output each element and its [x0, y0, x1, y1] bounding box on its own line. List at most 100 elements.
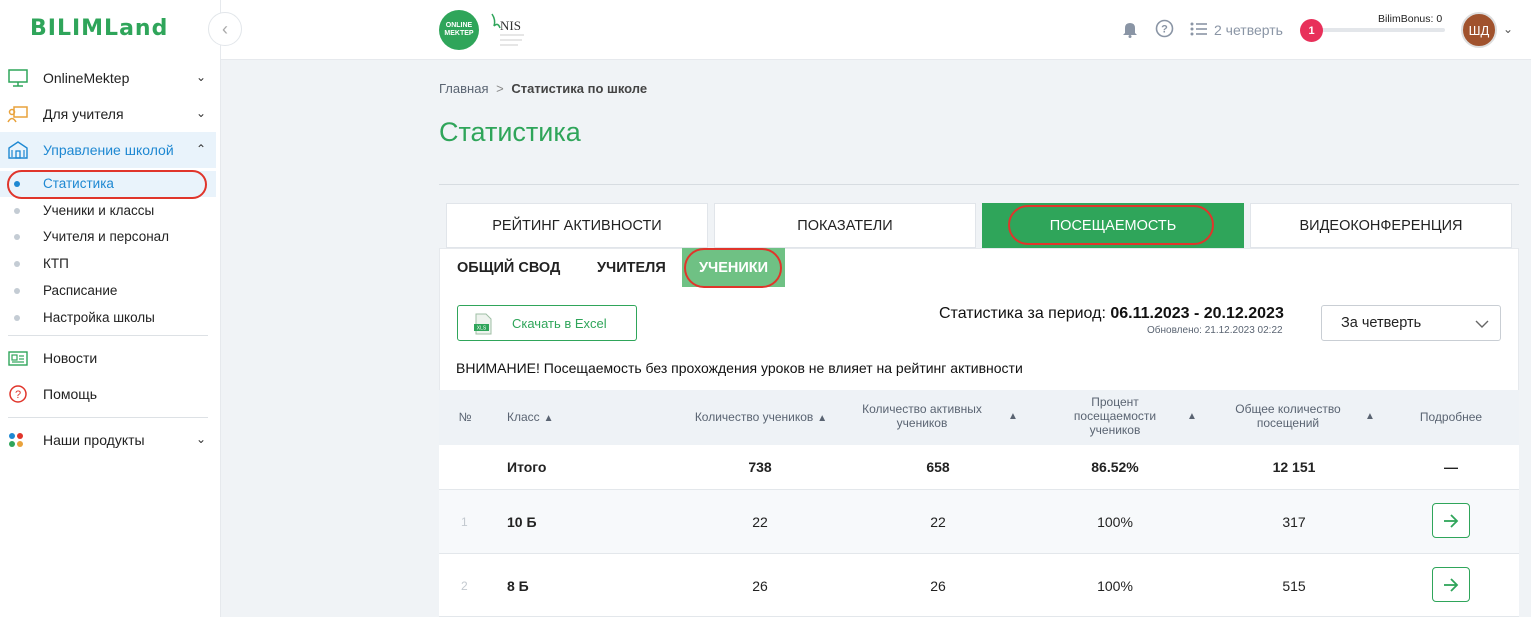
tab-activity-rating[interactable]: РЕЙТИНГ АКТИВНОСТИ [446, 203, 708, 248]
sort-icon[interactable]: ▲︎ [544, 413, 554, 424]
bell-icon[interactable] [1122, 20, 1138, 38]
svg-text:?: ? [15, 389, 21, 401]
row-details-button[interactable] [1432, 567, 1470, 602]
tab-videoconference[interactable]: ВИДЕОКОНФЕРЕНЦИЯ [1250, 203, 1512, 248]
column-header-students[interactable]: Количество учеников ▲︎ [686, 410, 836, 426]
help-circle-icon[interactable]: ? [1155, 19, 1174, 38]
sort-icon[interactable]: ▲︎ [817, 413, 827, 424]
row-number: 2 [461, 579, 468, 593]
onlinemektep-logo[interactable]: ONLINE MEKTEP [439, 10, 479, 50]
sidebar-subitem-label: Ученики и классы [43, 203, 155, 218]
row-class: 10 Б [507, 514, 537, 530]
monitor-icon [8, 69, 28, 87]
period-select[interactable]: За четверть [1321, 305, 1501, 341]
sidebar-item-news[interactable]: Новости [0, 340, 216, 376]
sidebar-subitem-label: Настройка школы [43, 310, 155, 325]
table-row-total [439, 445, 1519, 490]
help-icon: ? [9, 385, 27, 403]
column-header-class-label: Класс [507, 410, 540, 424]
sidebar-subitem-label: Учителя и персонал [43, 229, 170, 244]
download-excel-label: Скачать в Excel [512, 315, 607, 331]
bilimbonus-progress [1312, 28, 1445, 32]
sidebar: BILIMLand OnlineMektep ⌄ Для учителя ⌄ У… [0, 0, 221, 617]
total-visits: 12 151 [1272, 459, 1316, 475]
quarter-selector[interactable]: 2 четверть [1214, 22, 1283, 38]
row-students: 26 [752, 578, 768, 594]
newspaper-icon [8, 351, 28, 366]
nis-logo-text: NIS [500, 18, 521, 33]
column-header-active-students: Количество активных учеников [862, 402, 982, 430]
sort-icon[interactable]: ▲︎ [1008, 411, 1018, 422]
row-active-students: 22 [930, 514, 946, 530]
products-dots-icon [9, 433, 23, 447]
row-students: 22 [752, 514, 768, 530]
svg-text:?: ? [1161, 24, 1168, 36]
breadcrumb: Главная > Статистика по школе [439, 81, 647, 96]
updated-timestamp: Обновлено: 21.12.2023 02:22 [1147, 325, 1283, 336]
row-active-students: 26 [930, 578, 946, 594]
row-details-button[interactable] [1432, 503, 1470, 538]
row-visits: 317 [1282, 514, 1306, 530]
sidebar-item-label: Помощь [43, 386, 98, 402]
total-students: 738 [748, 459, 772, 475]
column-header-details: Подробнее [1419, 410, 1483, 424]
xls-file-icon: XLS [474, 313, 492, 335]
arrow-right-icon [1444, 577, 1459, 592]
collapse-sidebar-button[interactable]: ‹ [208, 12, 242, 46]
sidebar-divider [8, 417, 208, 418]
total-active-students: 658 [926, 459, 950, 475]
sidebar-item-help[interactable]: ? Помощь [0, 376, 216, 412]
sort-icon[interactable]: ▲︎ [1187, 411, 1197, 422]
period-label: Статистика за период: [939, 305, 1106, 322]
chevron-left-icon: ‹ [222, 18, 228, 39]
bullet-dot [14, 315, 20, 321]
sidebar-subitem-school-settings[interactable]: Настройка школы [0, 305, 216, 331]
bullet-dot [14, 234, 20, 240]
bullet-dot [14, 288, 20, 294]
sidebar-subitem-ktp[interactable]: КТП [0, 251, 216, 277]
breadcrumb-current: Статистика по школе [511, 81, 648, 96]
chevron-down-icon: ⌄ [195, 432, 206, 446]
subtab-teachers[interactable]: УЧИТЕЛЯ [597, 248, 666, 287]
attendance-warning: ВНИМАНИЕ! Посещаемость без прохождения у… [456, 360, 1023, 376]
sort-icon[interactable]: ▲︎ [1365, 411, 1375, 422]
svg-text:XLS: XLS [477, 326, 487, 332]
column-header-class[interactable]: Класс ▲︎ [507, 410, 554, 426]
sidebar-item-label: Наши продукты [43, 432, 145, 448]
row-class: 8 Б [507, 578, 529, 594]
tab-indicators[interactable]: ПОКАЗАТЕЛИ [714, 203, 976, 248]
title-divider [439, 184, 1519, 185]
highlight-annotation [1008, 205, 1214, 245]
sidebar-subitem-schedule[interactable]: Расписание [0, 278, 216, 304]
page-title: Статистика [439, 117, 581, 147]
school-building-icon [8, 141, 28, 159]
column-header-attendance-percent: Процент посещаемости учеников [1073, 395, 1157, 437]
subtab-summary[interactable]: ОБЩИЙ СВОД [457, 248, 560, 287]
table-row [439, 554, 1519, 617]
breadcrumb-home-link[interactable]: Главная [439, 81, 488, 96]
bilimland-logo[interactable]: BILIMLand [30, 16, 168, 41]
nis-logo: NIS [491, 13, 524, 46]
row-attendance-percent: 100% [1097, 514, 1133, 530]
sidebar-subitem-teachers-staff[interactable]: Учителя и персонал [0, 224, 216, 250]
bullet-dot [14, 261, 20, 267]
sidebar-subitem-students-classes[interactable]: Ученики и классы [0, 198, 216, 224]
sidebar-item-label: Для учителя [43, 106, 124, 122]
highlight-annotation [684, 248, 782, 288]
avatar[interactable]: ШД [1461, 12, 1497, 48]
sidebar-item-school-management[interactable]: Управление школой ⌃ [0, 132, 216, 168]
total-attendance-percent: 86.52% [1091, 459, 1139, 475]
sidebar-item-onlinemektep[interactable]: OnlineMektep ⌄ [0, 60, 216, 96]
sidebar-subitem-label: Расписание [43, 283, 118, 298]
sidebar-item-label: OnlineMektep [43, 70, 130, 86]
sidebar-item-products[interactable]: Наши продукты ⌄ [0, 422, 216, 458]
chevron-down-icon: ⌄ [195, 70, 206, 84]
chevron-down-icon[interactable]: ⌄ [1503, 22, 1513, 36]
period-text: Статистика за период: 06.11.2023 - 20.12… [939, 305, 1284, 323]
row-attendance-percent: 100% [1097, 578, 1133, 594]
download-excel-button[interactable]: XLS Скачать в Excel [457, 305, 637, 341]
sidebar-item-teacher[interactable]: Для учителя ⌄ [0, 96, 216, 132]
total-label: Итого [507, 459, 547, 475]
teacher-board-icon [7, 106, 28, 123]
chevron-up-icon: ⌃ [195, 142, 206, 156]
